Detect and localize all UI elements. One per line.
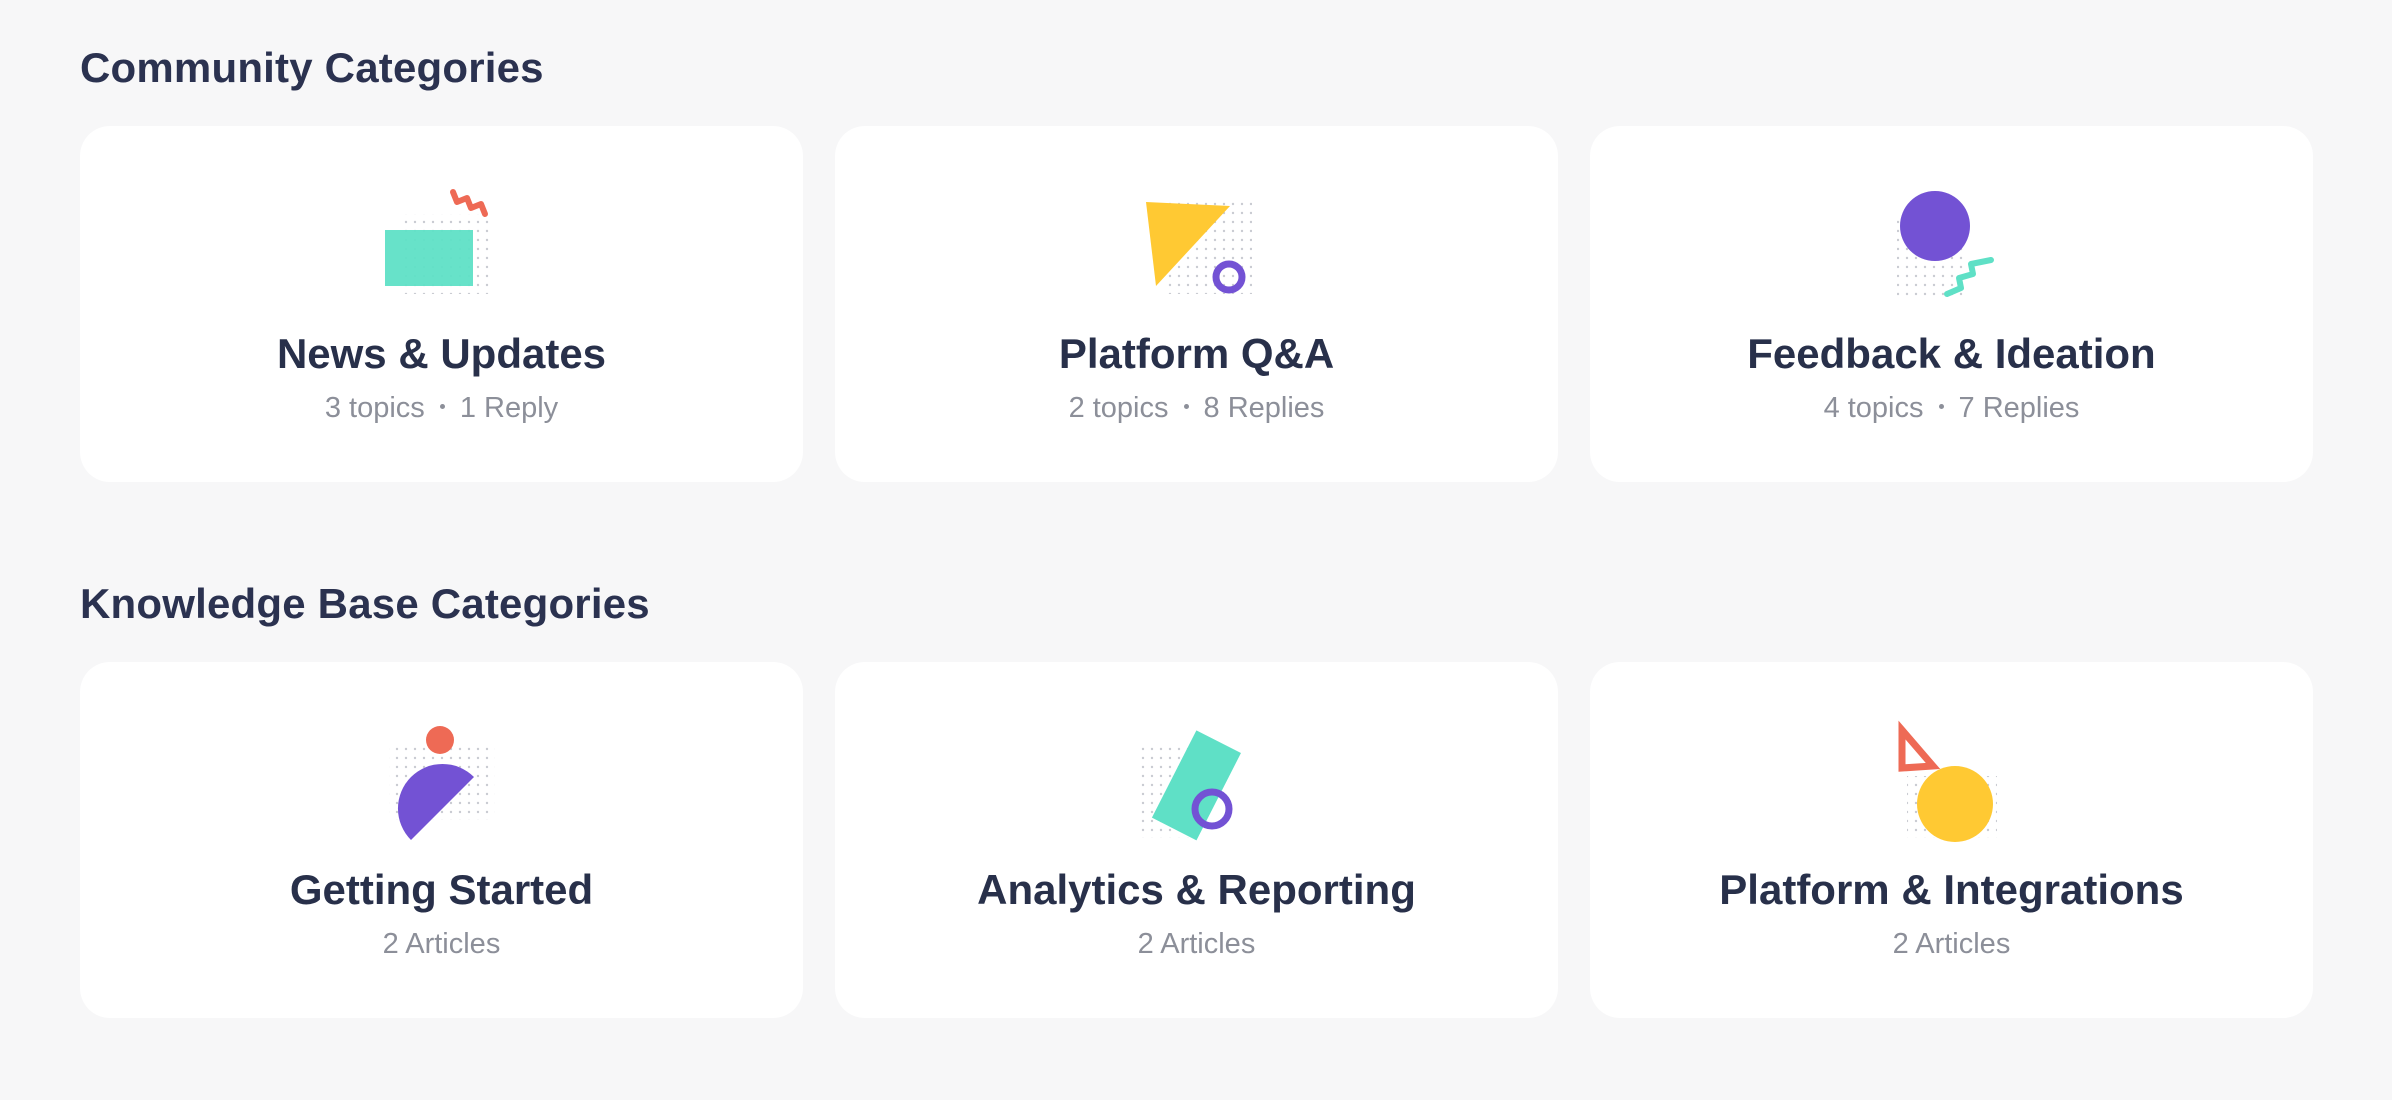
category-card-getting-started[interactable]: Getting Started 2 Articles — [80, 662, 803, 1018]
category-title: Analytics & Reporting — [977, 866, 1416, 913]
category-card-feedback-ideation[interactable]: Feedback & Ideation 4 topics 7 Replies — [1590, 126, 2313, 482]
triangle-circle-icon — [1887, 720, 2017, 850]
category-card-platform-integrations[interactable]: Platform & Integrations 2 Articles — [1590, 662, 2313, 1018]
dot-halfcircle-icon — [377, 720, 507, 850]
category-stats: 3 topics 1 Reply — [80, 392, 803, 425]
article-count: 2 Articles — [1892, 928, 2011, 960]
topic-count: 4 topics — [1823, 392, 1924, 424]
reply-count: 1 Reply — [459, 392, 559, 424]
knowledge-base-section-title: Knowledge Base Categories — [80, 580, 650, 627]
community-categories-grid: News & Updates 3 topics 1 Reply Platform … — [80, 126, 2313, 482]
category-card-news-updates[interactable]: News & Updates 3 topics 1 Reply — [80, 126, 803, 482]
category-title: Feedback & Ideation — [1747, 330, 2156, 377]
knowledge-base-categories-grid: Getting Started 2 Articles Analytics & R… — [80, 662, 2313, 1018]
article-count: 2 Articles — [382, 928, 501, 960]
category-card-analytics-reporting[interactable]: Analytics & Reporting 2 Articles — [835, 662, 1558, 1018]
category-stats: 4 topics 7 Replies — [1590, 392, 2313, 425]
category-stats: 2 topics 8 Replies — [835, 392, 1558, 425]
category-title: News & Updates — [276, 330, 607, 377]
separator-dot — [1183, 403, 1189, 409]
reply-count: 8 Replies — [1203, 392, 1325, 424]
category-title: Platform Q&A — [1058, 330, 1335, 377]
community-section-title: Community Categories — [80, 44, 544, 91]
category-title: Platform & Integrations — [1719, 866, 2184, 913]
topic-count: 3 topics — [324, 392, 425, 424]
article-count: 2 Articles — [1137, 928, 1256, 960]
category-title: Getting Started — [289, 866, 594, 913]
category-card-platform-qa[interactable]: Platform Q&A 2 topics 8 Replies — [835, 126, 1558, 482]
circle-zigzag-icon — [1887, 184, 2017, 314]
rectangle-ring-icon — [1132, 720, 1262, 850]
separator-dot — [1938, 403, 1944, 409]
reply-count: 7 Replies — [1958, 392, 2080, 424]
topic-count: 2 topics — [1068, 392, 1169, 424]
triangle-ring-icon — [1132, 184, 1262, 314]
separator-dot — [439, 403, 445, 409]
rectangle-zigzag-icon — [377, 184, 507, 314]
